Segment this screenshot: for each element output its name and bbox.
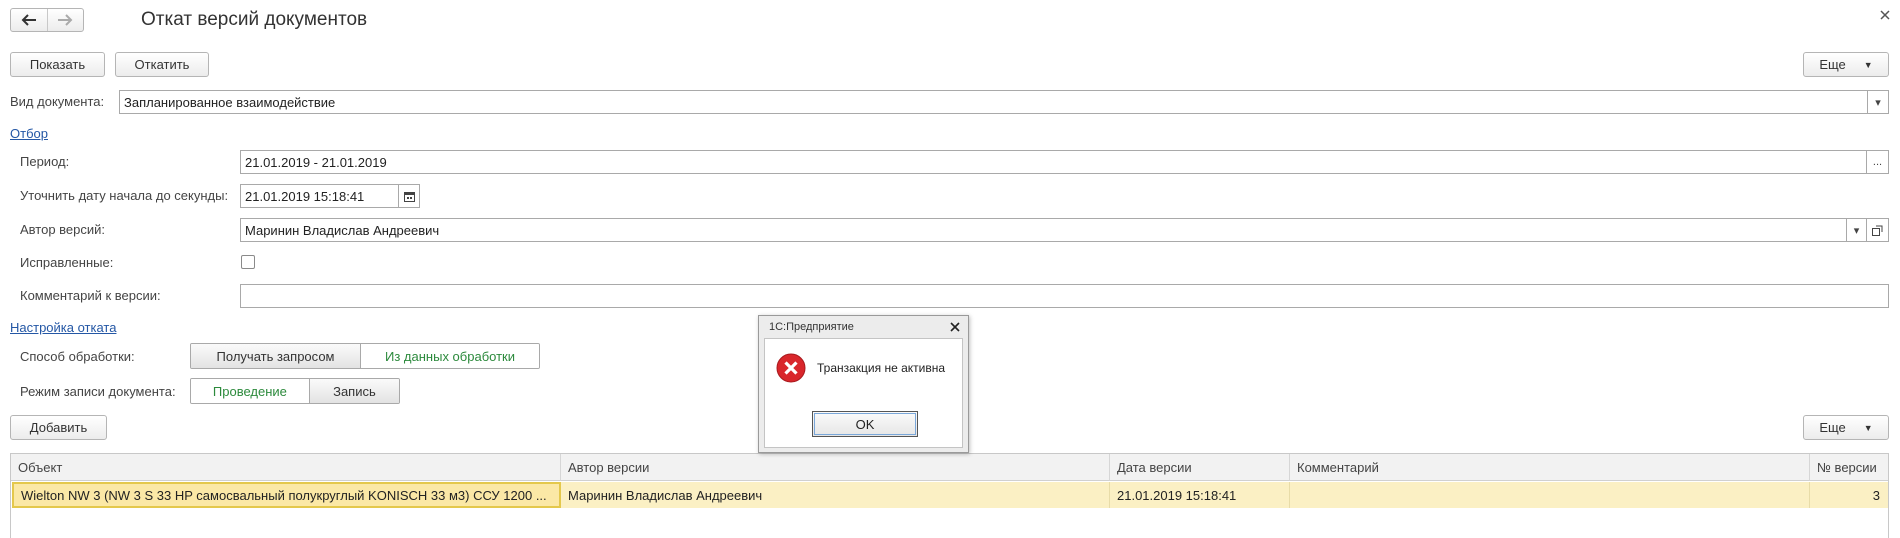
cell-version[interactable]: 3 <box>1810 482 1888 508</box>
mode-label: Режим записи документа: <box>20 384 176 399</box>
method-label: Способ обработки: <box>20 349 135 364</box>
error-dialog: 1С:Предприятие Транзакция не активна OK <box>758 315 969 453</box>
forward-button[interactable] <box>48 9 84 31</box>
error-icon <box>776 353 806 383</box>
ok-button[interactable]: OK <box>812 411 918 437</box>
show-button[interactable]: Показать <box>10 52 105 77</box>
chevron-down-icon: ▼ <box>1863 422 1873 433</box>
column-header-comment[interactable]: Комментарий <box>1290 454 1810 481</box>
chevron-down-icon: ▼ <box>1863 59 1873 70</box>
period-field[interactable]: 21.01.2019 - 21.01.2019 <box>240 150 1867 174</box>
calendar-icon[interactable] <box>398 184 420 208</box>
start-date-field[interactable]: 21.01.2019 15:18:41 <box>240 184 399 208</box>
more-button-table[interactable]: Еще ▼ <box>1803 415 1889 440</box>
doc-type-label: Вид документа: <box>10 94 105 109</box>
cell-date[interactable]: 21.01.2019 15:18:41 <box>1110 482 1290 508</box>
dialog-close-icon[interactable] <box>949 321 961 333</box>
method-switch: Получать запросом Из данных обработки <box>190 343 540 369</box>
doc-type-field[interactable]: Запланированное взаимодействие <box>119 90 1868 114</box>
corrected-label: Исправленные: <box>20 255 114 270</box>
mode-option-write[interactable]: Запись <box>308 379 399 403</box>
column-header-object[interactable]: Объект <box>11 454 561 481</box>
cell-object[interactable]: Wielton NW 3 (NW 3 S 33 HP самосвальный … <box>12 482 561 508</box>
cell-author[interactable]: Маринин Владислав Андреевич <box>561 482 1110 508</box>
doc-type-dropdown-icon[interactable]: ▾ <box>1867 90 1889 114</box>
dialog-title: 1С:Предприятие <box>769 321 854 333</box>
rollback-button[interactable]: Откатить <box>115 52 209 77</box>
mode-switch: Проведение Запись <box>190 378 400 404</box>
comment-field[interactable] <box>240 284 1889 308</box>
period-label: Период: <box>20 154 70 169</box>
more-label: Еще <box>1819 57 1846 72</box>
start-date-label: Уточнить дату начала до секунды: <box>20 188 229 203</box>
method-option-data[interactable]: Из данных обработки <box>360 344 539 368</box>
open-icon[interactable] <box>1866 218 1889 242</box>
more-label-table: Еще <box>1819 420 1846 435</box>
corrected-checkbox[interactable] <box>241 255 255 269</box>
column-header-date[interactable]: Дата версии <box>1110 454 1290 481</box>
author-label: Автор версий: <box>20 222 106 237</box>
arrow-right-icon <box>58 14 73 26</box>
method-option-query[interactable]: Получать запросом <box>191 344 361 368</box>
author-dropdown-icon[interactable]: ▾ <box>1846 218 1867 242</box>
rollback-settings-link[interactable]: Настройка отката <box>10 320 116 335</box>
filter-link[interactable]: Отбор <box>10 126 48 141</box>
column-header-version[interactable]: № версии <box>1810 454 1888 481</box>
add-button[interactable]: Добавить <box>10 415 107 440</box>
column-header-author[interactable]: Автор версии <box>561 454 1110 481</box>
cell-comment[interactable] <box>1290 482 1810 508</box>
back-button[interactable] <box>11 9 48 31</box>
more-button-top[interactable]: Еще ▼ <box>1803 52 1889 77</box>
period-select-button[interactable]: ... <box>1866 150 1889 174</box>
author-field[interactable]: Маринин Владислав Андреевич <box>240 218 1847 242</box>
dialog-title-bar: 1С:Предприятие <box>759 316 968 338</box>
arrow-left-icon <box>21 14 36 26</box>
mode-option-posting[interactable]: Проведение <box>191 379 309 403</box>
nav-group <box>10 8 84 32</box>
dialog-message: Транзакция не активна <box>817 361 946 375</box>
close-icon[interactable] <box>1878 8 1892 22</box>
comment-label: Комментарий к версии: <box>20 288 161 303</box>
page-title: Откат версий документов <box>141 9 368 30</box>
dialog-body: Транзакция не активна OK <box>764 338 963 448</box>
versions-table: Объект Автор версии Дата версии Коммента… <box>10 453 1889 538</box>
